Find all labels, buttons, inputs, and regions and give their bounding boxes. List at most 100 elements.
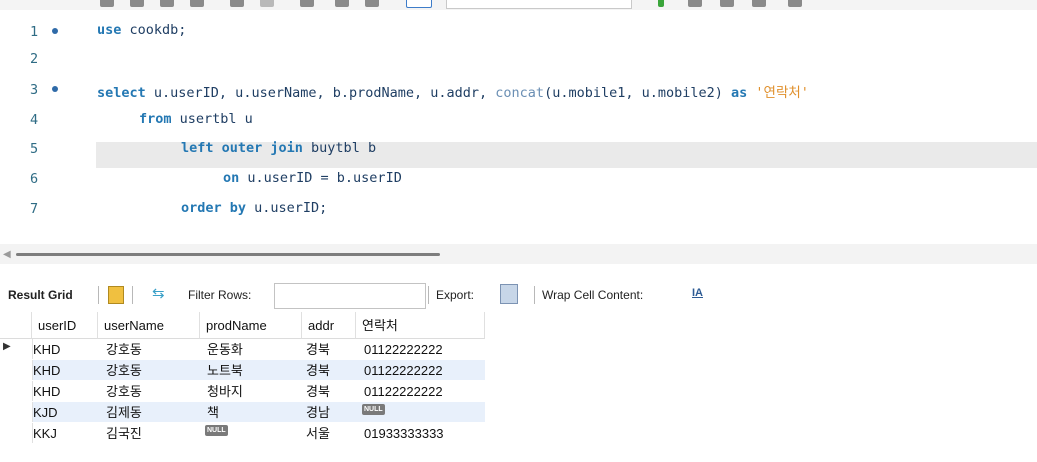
scroll-left-icon[interactable]: ◀ [3,249,11,260]
row-header[interactable] [0,381,33,401]
column-header-contact[interactable]: 연락처 [356,312,485,339]
result-grid-tab[interactable]: Result Grid [8,288,73,302]
cell-prodname[interactable]: 운동화 [207,339,243,359]
cell-addr[interactable]: 경북 [306,381,330,401]
cell-contact-null[interactable]: NULL [362,402,385,422]
table-row[interactable]: KJD 김제동 책 경남 NULL [0,402,485,422]
cell-userid[interactable]: KHD [33,339,60,359]
wrap-cell-icon[interactable]: IA [692,287,703,299]
code-line-6: on u.userID = b.userID [223,170,402,186]
current-row-indicator-icon: ▶ [3,341,11,352]
column-header-addr[interactable]: addr [302,312,356,339]
toolbar-icon[interactable] [190,0,204,7]
column-header-username[interactable]: userName [98,312,200,339]
column-header-userid[interactable]: userID [32,312,98,339]
toolbar-icon[interactable] [100,0,114,7]
sql-keyword: use [97,22,122,38]
editor-horizontal-scrollbar[interactable]: ◀ [0,244,1037,264]
cell-userid[interactable]: KKJ [33,423,57,443]
line-number: 6 [30,171,39,187]
cell-username[interactable]: 김제동 [106,402,142,422]
sql-keyword: left outer join [181,140,303,156]
toolbar-divider [428,286,429,304]
table-row[interactable]: KHD 강호동 노트북 경북 01122222222 [0,360,485,380]
cell-username[interactable]: 김국진 [106,423,142,443]
cell-contact[interactable]: 01933333333 [364,423,444,443]
code-line-4: from usertbl u [139,111,253,127]
toolbar-icon[interactable] [365,0,379,7]
row-header[interactable] [0,402,33,422]
table-row[interactable]: ▶ KHD 강호동 운동화 경북 01122222222 [0,339,485,359]
export-label: Export: [436,288,475,302]
statement-marker-icon [52,28,58,34]
sql-editor[interactable]: 1 2 3 4 5 6 7 use cookdb; select u.userI… [0,10,1037,242]
top-toolbar [0,0,1037,10]
line-number: 2 [30,51,39,67]
row-header[interactable] [0,423,33,443]
line-number: 7 [30,201,39,217]
result-grid[interactable]: userID userName prodName addr 연락처 ▶ KHD … [0,312,1037,462]
filter-rows-input[interactable] [274,283,426,309]
row-header[interactable]: ▶ [0,339,33,359]
cell-prodname[interactable]: 노트북 [207,360,243,380]
cell-username[interactable]: 강호동 [106,339,142,359]
sql-function: concat [495,85,545,101]
cell-userid[interactable]: KHD [33,360,60,380]
line-number: 3 [30,82,39,98]
table-row[interactable]: KKJ 김국진 NULL 서울 01933333333 [0,423,485,443]
cell-userid[interactable]: KJD [33,402,58,422]
toolbar-icon[interactable] [300,0,314,7]
column-header-prodname[interactable]: prodName [200,312,302,339]
toolbar-icon[interactable] [160,0,174,7]
sql-text: u.userID, u.userName, b.prodName, u.addr… [145,85,496,101]
export-icon[interactable] [500,284,518,304]
toolbar-icon[interactable] [688,0,702,7]
toolbar-icon[interactable] [335,0,349,7]
code-line-1: use cookdb; [97,22,186,38]
cell-userid[interactable]: KHD [33,381,60,401]
wrap-cell-content-label: Wrap Cell Content: [542,288,644,302]
cell-addr[interactable]: 경남 [306,402,330,422]
toolbar-icon[interactable] [130,0,144,7]
refresh-icon[interactable]: ⇆ [152,284,165,302]
cell-username[interactable]: 강호동 [106,381,142,401]
cell-username[interactable]: 강호동 [106,360,142,380]
line-number: 1 [30,24,39,40]
cell-contact[interactable]: 01122222222 [364,339,443,359]
cell-prodname-null[interactable]: NULL [205,423,228,443]
toolbar-limit-select[interactable] [446,0,632,9]
cell-contact[interactable]: 01122222222 [364,381,443,401]
toolbar-icon[interactable] [230,0,244,7]
toolbar-icon[interactable] [788,0,802,7]
sql-keyword: from [139,111,172,127]
toolbar-divider [98,286,99,304]
result-toolbar: Result Grid ⇆ Filter Rows: Export: Wrap … [0,278,1037,312]
toolbar-icon[interactable] [752,0,766,7]
line-number: 5 [30,141,39,157]
cell-prodname[interactable]: 청바지 [207,381,243,401]
scrollbar-thumb[interactable] [16,253,440,256]
code-line-3: select u.userID, u.userName, b.prodName,… [97,81,809,101]
cell-addr[interactable]: 경북 [306,339,330,359]
cell-prodname[interactable]: 책 [207,402,219,422]
statement-marker-icon [52,86,58,92]
sql-keyword: as [731,85,748,101]
toolbar-icon[interactable] [658,0,664,7]
grid-view-icon[interactable] [108,286,124,304]
toolbar-icon[interactable] [260,0,274,7]
toolbar-icon[interactable] [406,0,432,8]
code-line-5: left outer join buytbl b [181,140,376,156]
sql-text: u.userID; [246,200,328,216]
toolbar-icon[interactable] [720,0,734,7]
null-badge: NULL [205,425,228,436]
sql-keyword: on [223,170,240,186]
null-badge: NULL [362,404,385,415]
cell-addr[interactable]: 서울 [306,423,330,443]
row-header[interactable] [0,360,33,380]
table-row[interactable]: KHD 강호동 청바지 경북 01122222222 [0,381,485,401]
cell-contact[interactable]: 01122222222 [364,360,443,380]
sql-text: buytbl b [302,140,377,156]
cell-addr[interactable]: 경북 [306,360,330,380]
toolbar-divider [132,286,133,304]
sql-text: usertbl u [171,111,253,127]
